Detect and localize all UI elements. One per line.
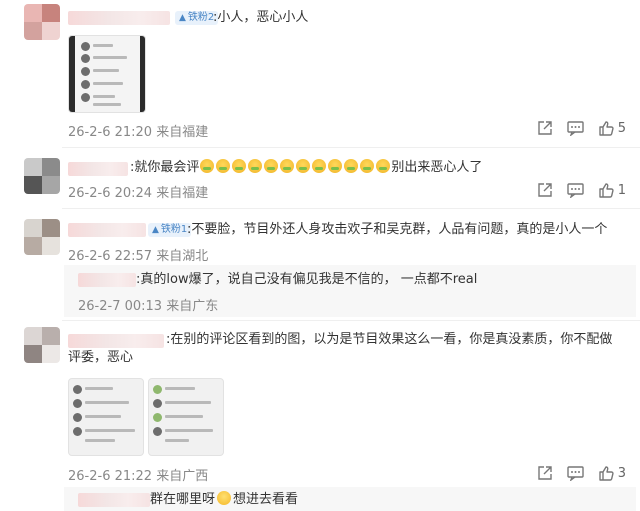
fan-badge: ▲ 铁粉2 bbox=[175, 11, 219, 25]
avatar[interactable] bbox=[24, 4, 60, 40]
reply-button[interactable] bbox=[567, 465, 584, 481]
username-blurred[interactable] bbox=[78, 273, 136, 287]
comment-2: :就你最会评 别出来恶心人了 26-2-6 20:24 来自福建 1 bbox=[0, 148, 640, 208]
fan-badge-icon: ▲ bbox=[152, 225, 159, 235]
reply-block: 群在哪里呀 想进去看看 bbox=[64, 487, 636, 511]
avatar[interactable] bbox=[24, 327, 60, 363]
comment-image[interactable] bbox=[68, 35, 146, 113]
share-button[interactable] bbox=[537, 465, 553, 481]
share-icon bbox=[538, 121, 552, 135]
comment-actions: 3 bbox=[523, 465, 626, 481]
like-count: 3 bbox=[617, 465, 626, 481]
like-icon bbox=[599, 183, 614, 198]
comment-icon bbox=[567, 466, 584, 481]
reply-block: :真的low爆了，说自己没有偏见我是不信的， 一点都不real 26-2-7 0… bbox=[64, 265, 636, 317]
like-icon bbox=[599, 466, 614, 481]
smile-emoji-icon bbox=[217, 491, 232, 505]
share-icon bbox=[538, 466, 552, 480]
timestamp-location: 26-2-6 21:22 来自广西 bbox=[68, 469, 209, 484]
reply-text: :真的low爆了，说自己没有偏见我是不信的， 一点都不real bbox=[136, 272, 478, 287]
comment-actions: 1 bbox=[523, 182, 626, 198]
reply-button[interactable] bbox=[567, 120, 584, 136]
avatar[interactable] bbox=[24, 219, 60, 255]
username-blurred[interactable] bbox=[78, 493, 150, 507]
share-button[interactable] bbox=[537, 120, 553, 136]
username-blurred[interactable] bbox=[68, 11, 170, 25]
comment-image[interactable] bbox=[68, 378, 144, 456]
comment-text: :小人，恶心小人 bbox=[213, 10, 309, 25]
like-button[interactable]: 3 bbox=[598, 465, 626, 481]
reply-button[interactable] bbox=[567, 182, 584, 198]
comment-text: :不要脸，节目外还人身攻击欢子和吴克群，人品有问题，真的是小人一个 bbox=[187, 222, 608, 237]
share-button[interactable] bbox=[537, 182, 553, 198]
comment-4: :在别的评论区看到的图，以为是节目效果这么一看，你是真没素质，你不配做评委，恶心… bbox=[0, 321, 640, 511]
comment-icon bbox=[567, 121, 584, 136]
comment-text: :就你最会评 别出来恶心人了 bbox=[130, 159, 483, 175]
fan-badge: ▲ 铁粉1 bbox=[148, 223, 192, 237]
like-icon bbox=[599, 121, 614, 136]
sick-emoji-icon bbox=[199, 159, 391, 175]
timestamp-location: 26-2-6 22:57 来自湖北 bbox=[68, 249, 209, 264]
like-count: 5 bbox=[617, 120, 626, 136]
like-button[interactable]: 5 bbox=[598, 120, 626, 136]
comment-text: :在别的评论区看到的图，以为是节目效果这么一看，你是真没素质，你不配做评委，恶心 bbox=[68, 332, 613, 365]
reply-text: 群在哪里呀 想进去看看 bbox=[150, 491, 299, 507]
comment-1: ▲ 铁粉2 :小人，恶心小人 26-2-6 21:20 来自福建 5 bbox=[0, 0, 640, 150]
username-blurred[interactable] bbox=[68, 223, 146, 237]
timestamp-location: 26-2-6 20:24 来自福建 bbox=[68, 186, 209, 201]
avatar[interactable] bbox=[24, 158, 60, 194]
reply-timestamp-location: 26-2-7 00:13 来自广东 bbox=[78, 299, 219, 314]
username-blurred[interactable] bbox=[68, 162, 128, 176]
like-button[interactable]: 1 bbox=[598, 182, 626, 198]
comment-icon bbox=[567, 183, 584, 198]
comment-3: ▲ 铁粉1 :不要脸，节目外还人身攻击欢子和吴克群，人品有问题，真的是小人一个 2… bbox=[0, 209, 640, 319]
like-count: 1 bbox=[617, 182, 626, 198]
comment-image[interactable] bbox=[148, 378, 224, 456]
share-icon bbox=[538, 183, 552, 197]
timestamp-location: 26-2-6 21:20 来自福建 bbox=[68, 125, 209, 140]
fan-badge-icon: ▲ bbox=[179, 13, 186, 23]
comment-actions: 5 bbox=[523, 120, 626, 136]
